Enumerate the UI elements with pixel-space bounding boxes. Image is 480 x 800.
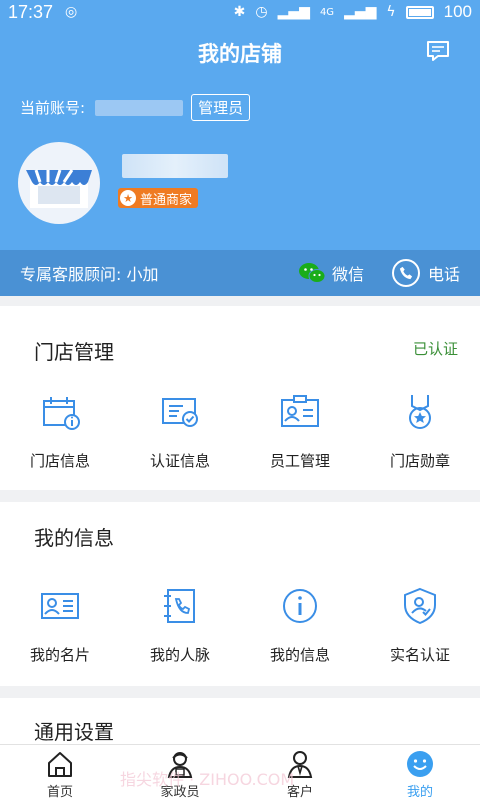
alarm-icon: ◷ (255, 4, 268, 20)
section-title: 我的信息 (34, 526, 114, 550)
store-info-item[interactable]: 门店信息 (0, 392, 120, 471)
status-bar: 17:37 ◎ ✱ ◷ ▂▄▆ 4G ▂▄▆ ϟ 100 (0, 0, 480, 24)
store-management-grid: 门店信息 认证信息 员工管理 门店勋章 (0, 392, 480, 471)
staff-management-item[interactable]: 员工管理 (240, 392, 360, 471)
business-card-item[interactable]: 我的名片 (0, 586, 120, 665)
battery-level: 100 (443, 2, 472, 21)
merchant-badge: ★ 普通商家 (118, 188, 199, 208)
tab-mine[interactable]: 我的 (360, 745, 480, 800)
bluetooth-icon: ✱ (233, 4, 246, 20)
charging-icon: ϟ (386, 4, 396, 20)
wechat-label: 微信 (331, 265, 364, 284)
certificate-label: 认证信息 (149, 452, 210, 470)
watermark: 指尖软件 · ZIHOO.COM (120, 770, 295, 789)
phone-button[interactable]: 电话 (391, 259, 460, 287)
signal-icon-2: ▂▄▆ (344, 4, 377, 20)
contacts-icon (164, 589, 195, 623)
network-type: 4G (319, 6, 335, 18)
real-name-auth-item[interactable]: 实名认证 (360, 586, 480, 665)
section-title: 通用设置 (34, 720, 114, 744)
store-info-label: 门店信息 (29, 452, 90, 470)
battery-icon (405, 5, 434, 19)
store-management-section: 门店管理 已认证 门店信息 认证信息 员工管理 门店勋章 (0, 306, 480, 490)
home-icon (48, 752, 72, 777)
my-info-label: 我的信息 (269, 646, 330, 664)
business-card-label: 我的名片 (29, 646, 90, 664)
store-name-redacted (122, 154, 228, 178)
business-card-icon (41, 593, 79, 619)
general-settings-section: 通用设置 (0, 698, 480, 744)
real-name-auth-label: 实名认证 (389, 646, 450, 664)
notification-icon: ◎ (65, 4, 78, 20)
store-avatar[interactable] (18, 142, 100, 224)
section-title: 门店管理 (34, 340, 114, 364)
staff-management-label: 员工管理 (269, 452, 330, 470)
tab-home[interactable]: 首页 (0, 745, 120, 800)
customer-service-bar: 专属客服顾问: 小加 微信 电话 (0, 250, 480, 296)
medal-icon (409, 395, 431, 429)
star-icon: ★ (120, 190, 136, 206)
storefront-icon (26, 169, 92, 208)
verified-status: 已认证 (412, 340, 458, 358)
store-info-icon (43, 397, 80, 430)
tab-mine-label: 我的 (406, 785, 433, 800)
info-icon (283, 589, 317, 623)
my-info-section: 我的信息 我的名片 我的人脉 我的信息 实名认证 (0, 502, 480, 686)
phone-label: 电话 (427, 265, 460, 284)
contacts-item[interactable]: 我的人脉 (120, 586, 240, 665)
account-label: 当前账号: (20, 99, 86, 117)
account-row: 当前账号: 管理员 (20, 94, 251, 121)
verified-user-icon (404, 587, 436, 625)
wechat-button[interactable]: 微信 (298, 261, 364, 285)
merchant-badge-label: 普通商家 (140, 192, 193, 208)
status-time: 17:37 (8, 1, 54, 22)
profile-header: 我的店铺 当前账号: 管理员 ★ 普通商家 (0, 24, 480, 250)
phone-icon (391, 259, 420, 287)
store-medal-item[interactable]: 门店勋章 (360, 392, 480, 471)
staff-card-icon (281, 395, 319, 427)
page-title: 我的店铺 (198, 42, 282, 66)
my-info-grid: 我的名片 我的人脉 我的信息 实名认证 (0, 586, 480, 665)
status-right: ✱ ◷ ▂▄▆ 4G ▂▄▆ ϟ 100 (234, 2, 472, 22)
smiley-icon (407, 751, 433, 777)
service-advisor: 专属客服顾问: 小加 (20, 265, 159, 284)
account-value-redacted (95, 99, 184, 116)
certificate-icon (162, 398, 198, 427)
certificate-item[interactable]: 认证信息 (120, 392, 240, 471)
role-badge: 管理员 (191, 94, 251, 121)
message-icon[interactable] (426, 40, 450, 62)
my-info-item[interactable]: 我的信息 (240, 586, 360, 665)
tab-home-label: 首页 (46, 785, 73, 800)
wechat-icon (298, 263, 326, 283)
contacts-label: 我的人脉 (149, 646, 210, 664)
store-medal-label: 门店勋章 (389, 452, 450, 470)
signal-icon: ▂▄▆ (277, 4, 310, 20)
